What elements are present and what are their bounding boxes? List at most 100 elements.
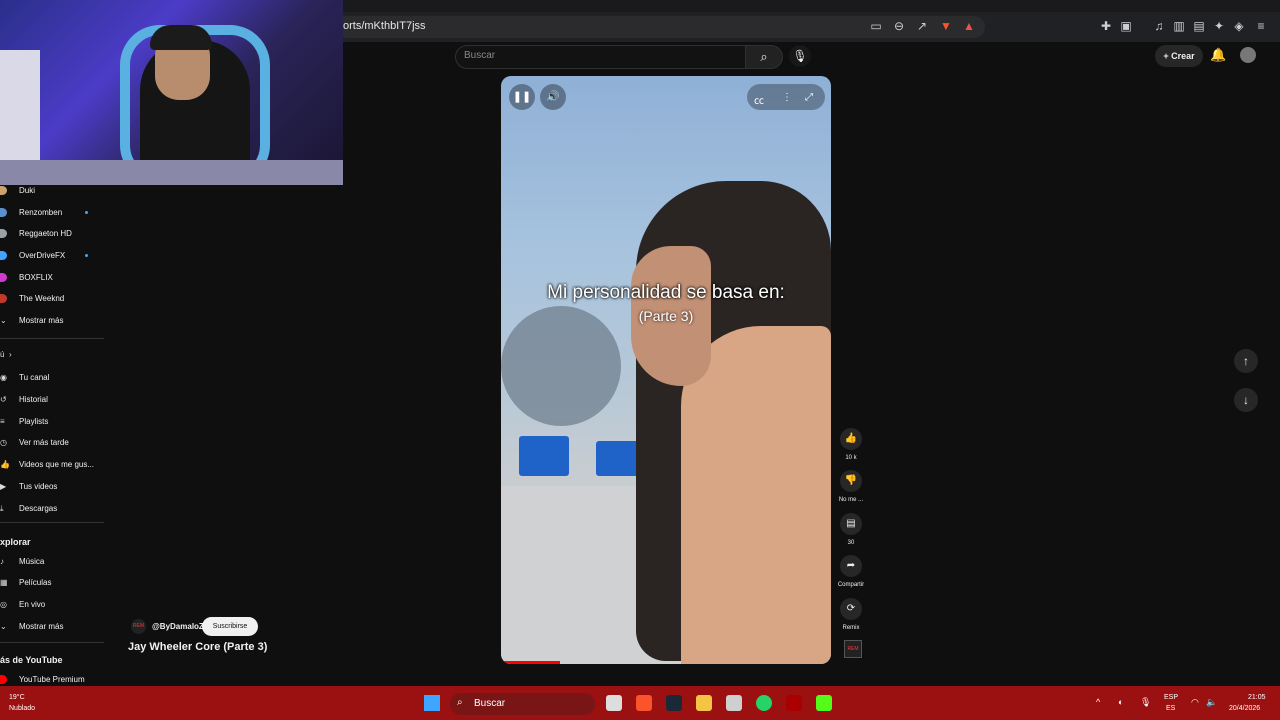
volume-button[interactable]: 🔊 bbox=[540, 84, 566, 110]
sidebar-item-tus-videos[interactable]: Tus videos bbox=[19, 482, 57, 491]
sidebar-item-reggaeton-hd[interactable]: Reggaeton HD bbox=[19, 229, 72, 238]
remix-icon: ⟳ bbox=[846, 603, 856, 614]
sidebar-item-musica[interactable]: Música bbox=[19, 557, 44, 566]
captions-icon[interactable]: ㏄ bbox=[754, 92, 764, 107]
video-caption-line2: (Parte 3) bbox=[638, 308, 694, 324]
tray-mic-icon[interactable]: 🎙 bbox=[1140, 697, 1151, 708]
more-from-youtube-heading: ás de YouTube bbox=[0, 655, 63, 665]
fullscreen-icon[interactable]: ⤢ bbox=[805, 92, 813, 103]
brave-browser-icon[interactable] bbox=[636, 695, 652, 711]
weather-temperature[interactable]: 19°C bbox=[9, 694, 25, 701]
taskbar-search[interactable] bbox=[450, 693, 595, 715]
address-text[interactable]: orts/mKthbIT7jss bbox=[343, 20, 426, 32]
share-button[interactable]: ➦ bbox=[840, 555, 862, 577]
zoom-icon[interactable]: ⊖ bbox=[891, 18, 907, 34]
cast-icon[interactable]: ▭ bbox=[868, 18, 884, 34]
notifications-bell-icon[interactable]: 🔔 bbox=[1210, 47, 1226, 63]
remix-button[interactable]: ⟳ bbox=[840, 598, 862, 620]
sidebar-item-overdrivefx[interactable]: OverDriveFX bbox=[19, 251, 65, 260]
video-title[interactable]: Jay Wheeler Core (Parte 3) bbox=[128, 641, 267, 653]
wifi-icon[interactable]: ◠ bbox=[1191, 697, 1199, 708]
sidebar-item-ver-mas-tarde[interactable]: Ver más tarde bbox=[19, 438, 69, 447]
clock-date[interactable]: 20/4/2026 bbox=[1229, 705, 1260, 712]
channel-avatar bbox=[0, 251, 7, 260]
leo-ai-icon[interactable]: ✦ bbox=[1211, 18, 1227, 34]
comments-button[interactable]: ▤ bbox=[840, 513, 862, 535]
tab-search-icon[interactable]: ▣ bbox=[1118, 18, 1134, 34]
wallet-icon[interactable]: ▤ bbox=[1191, 18, 1207, 34]
search-input[interactable] bbox=[455, 45, 747, 69]
chevron-down-icon: ⌄ bbox=[0, 622, 7, 631]
sidebar-item-descargas[interactable]: Descargas bbox=[19, 504, 57, 513]
extensions-icon[interactable]: ✚ bbox=[1098, 18, 1114, 34]
sidebar-item-historial[interactable]: Historial bbox=[19, 395, 48, 404]
live-indicator bbox=[85, 211, 88, 214]
music-note-icon: ♪ bbox=[0, 557, 4, 566]
address-bar[interactable] bbox=[335, 16, 985, 38]
tray-overflow-icon[interactable]: ^ bbox=[1096, 697, 1100, 707]
steam-icon[interactable] bbox=[666, 695, 682, 711]
music-icon[interactable]: ♫ bbox=[1151, 18, 1167, 34]
taskbar-search-label[interactable]: Buscar bbox=[474, 698, 505, 709]
webcam-overlay bbox=[0, 0, 343, 185]
voice-search-button[interactable]: 🎙 bbox=[789, 45, 811, 67]
whatsapp-icon[interactable] bbox=[756, 695, 772, 711]
more-vert-icon[interactable]: ⋮ bbox=[782, 92, 792, 103]
next-short-button[interactable]: ↓ bbox=[1234, 388, 1258, 412]
sidebar-item-liked-videos[interactable]: Videos que me gus... bbox=[19, 460, 94, 469]
windows-start-icon[interactable] bbox=[424, 695, 440, 711]
file-explorer-icon[interactable] bbox=[696, 695, 712, 711]
search-button[interactable]: ⌕ bbox=[745, 45, 783, 69]
video-lounge-chair bbox=[519, 436, 569, 476]
volume-icon[interactable]: 🔈 bbox=[1206, 697, 1217, 708]
account-avatar[interactable] bbox=[1240, 47, 1256, 63]
brave-shield-icon[interactable]: ▼ bbox=[938, 18, 954, 34]
video-progress-bar[interactable] bbox=[501, 661, 561, 664]
vpn-icon[interactable]: ◈ bbox=[1231, 18, 1247, 34]
ms-store-icon[interactable] bbox=[726, 695, 742, 711]
sidebar-item-peliculas[interactable]: Películas bbox=[19, 578, 51, 587]
live-indicator bbox=[85, 254, 88, 257]
speaker-icon: 🔊 bbox=[546, 91, 560, 103]
channel-avatar[interactable]: REM bbox=[131, 619, 146, 634]
sidebar-item-tu-canal[interactable]: Tu canal bbox=[19, 373, 49, 382]
shorts-video-player[interactable]: ❚❚ 🔊 ㏄ ⋮ ⤢ Mi personalidad se basa en: (… bbox=[501, 76, 831, 664]
sidebar-explore-show-more[interactable]: Mostrar más bbox=[19, 622, 63, 631]
pause-button[interactable]: ❚❚ bbox=[509, 84, 535, 110]
sidebar-item-boxflix[interactable]: BOXFLIX bbox=[19, 273, 53, 282]
video-toolbar: ㏄ ⋮ ⤢ bbox=[747, 84, 825, 110]
menu-icon[interactable]: ≡ bbox=[1253, 18, 1269, 34]
sidebar-item-renzomben[interactable]: Renzomben bbox=[19, 208, 62, 217]
webcam-desk bbox=[0, 160, 343, 185]
brave-rewards-icon[interactable]: ▲ bbox=[961, 18, 977, 34]
dislike-button[interactable]: 👎 bbox=[840, 470, 862, 492]
task-view-icon[interactable] bbox=[606, 695, 622, 711]
sidebar-item-the-weeknd[interactable]: The Weeknd bbox=[19, 294, 64, 303]
you-section-arrow[interactable]: › bbox=[9, 350, 12, 359]
video-caption-line1: Mi personalidad se basa en: bbox=[547, 282, 785, 303]
create-button[interactable]: + Crear bbox=[1155, 45, 1203, 67]
sidebar-item-youtube-premium[interactable]: YouTube Premium bbox=[19, 675, 85, 684]
input-language[interactable]: ESP bbox=[1164, 694, 1178, 701]
weather-description[interactable]: Nublado bbox=[9, 705, 35, 712]
clock-time[interactable]: 21:05 bbox=[1248, 694, 1266, 701]
sidebar-item-playlists[interactable]: Playlists bbox=[19, 417, 48, 426]
history-icon: ↺ bbox=[0, 395, 7, 404]
sound-channel-thumbnail[interactable]: REM bbox=[844, 640, 862, 658]
share-page-icon[interactable]: ↗ bbox=[914, 18, 930, 34]
dislike-label: No me ... bbox=[838, 497, 864, 503]
sidebar-show-more[interactable]: Mostrar más bbox=[19, 316, 63, 325]
sidebar-item-en-vivo[interactable]: En vivo bbox=[19, 600, 45, 609]
app-icon[interactable] bbox=[786, 695, 802, 711]
sidebar-item-duki[interactable]: Duki bbox=[19, 186, 35, 195]
like-button[interactable]: 👍 bbox=[840, 428, 862, 450]
previous-short-button[interactable]: ↑ bbox=[1234, 349, 1258, 373]
search-placeholder[interactable]: Buscar bbox=[464, 50, 495, 61]
channel-name[interactable]: @ByDamaloZ bbox=[152, 622, 204, 631]
subscribe-button[interactable]: Suscribirse bbox=[202, 617, 258, 636]
kick-icon[interactable] bbox=[816, 695, 832, 711]
tray-app-icon[interactable]: ◐ bbox=[1118, 697, 1123, 707]
input-layout[interactable]: ES bbox=[1166, 705, 1175, 712]
sidebar-toggle-icon[interactable]: ▥ bbox=[1171, 18, 1187, 34]
channel-avatar bbox=[0, 186, 7, 195]
